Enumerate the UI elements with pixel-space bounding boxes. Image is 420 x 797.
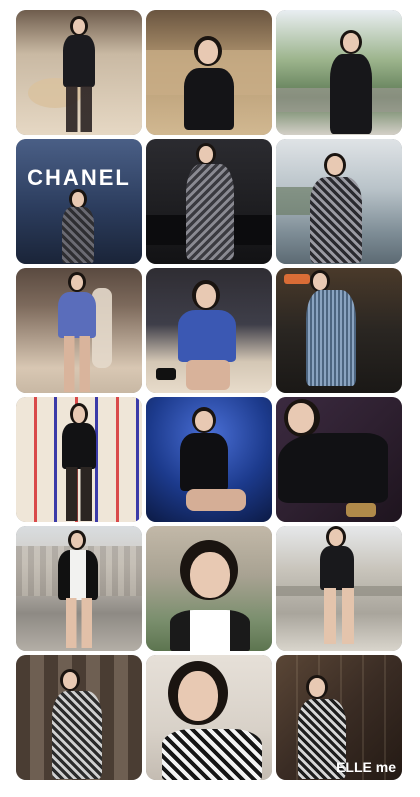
- photo-tile[interactable]: [16, 526, 142, 651]
- photo-grid: CHANEL ELLE me: [16, 10, 402, 780]
- chanel-logo-text: CHANEL: [27, 165, 131, 190]
- photo-tile[interactable]: [16, 655, 142, 780]
- photo-tile[interactable]: [16, 10, 142, 135]
- photo-tile[interactable]: [276, 10, 402, 135]
- photo-tile[interactable]: [16, 397, 142, 522]
- photo-tile[interactable]: [276, 526, 402, 651]
- photo-tile[interactable]: [146, 268, 272, 393]
- photo-tile[interactable]: [276, 397, 402, 522]
- photo-tile[interactable]: [146, 139, 272, 264]
- photo-tile[interactable]: [276, 139, 402, 264]
- photo-tile[interactable]: [146, 397, 272, 522]
- photo-tile[interactable]: [146, 655, 272, 780]
- photo-tile[interactable]: [16, 268, 142, 393]
- photo-tile[interactable]: [146, 10, 272, 135]
- photo-tile[interactable]: [276, 268, 402, 393]
- magazine-logo-text: ELLE me: [336, 759, 396, 775]
- photo-tile[interactable]: ELLE me: [276, 655, 402, 780]
- photo-tile[interactable]: CHANEL: [16, 139, 142, 264]
- photo-tile[interactable]: [146, 526, 272, 651]
